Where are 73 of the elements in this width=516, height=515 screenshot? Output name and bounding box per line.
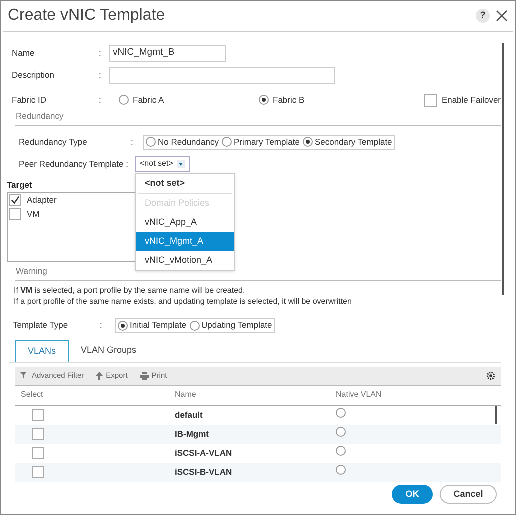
caret-down-icon xyxy=(177,160,186,168)
colon: : xyxy=(99,68,102,82)
colon: : xyxy=(99,94,102,106)
menu-item[interactable]: vNIC_App_A xyxy=(136,213,234,232)
checkbox-label: Enable Failover xyxy=(442,94,501,106)
radio-button[interactable] xyxy=(146,137,156,147)
field-label: Fabric ID xyxy=(11,94,48,106)
checkbox[interactable] xyxy=(32,447,44,460)
radio-label: Secondary Template xyxy=(314,136,392,148)
tab[interactable]: VLANs xyxy=(15,340,70,362)
settings-icon[interactable] xyxy=(486,370,496,381)
table-cell-text: default xyxy=(175,408,204,422)
column-header: Select xyxy=(20,389,44,402)
dialog-title: Create vNIC Template xyxy=(8,6,166,26)
checkbox[interactable] xyxy=(9,208,21,220)
table-row[interactable]: IB-Mgmt xyxy=(15,424,501,444)
radio-button[interactable] xyxy=(118,320,128,331)
close-icon[interactable] xyxy=(496,10,508,22)
radio-label: Initial Template xyxy=(130,319,187,332)
checkbox[interactable] xyxy=(32,409,44,422)
section-heading: Target xyxy=(7,179,32,192)
section-heading: Redundancy xyxy=(15,110,65,123)
filter-icon xyxy=(20,372,29,380)
radio-button[interactable] xyxy=(336,465,346,476)
checkbox-label: VM xyxy=(27,208,40,220)
arrow-up-icon xyxy=(96,372,104,380)
tab[interactable]: VLAN Groups xyxy=(69,340,149,362)
checkbox[interactable] xyxy=(32,466,44,478)
warning-text: If VM is selected, a port profile by the same name will be created. xyxy=(13,284,246,296)
column-header: Native VLAN xyxy=(336,389,383,402)
table-cell-text: iSCSI-A-VLAN xyxy=(175,446,234,460)
table-cell-text: iSCSI-B-VLAN xyxy=(175,466,234,479)
radio-button[interactable] xyxy=(222,137,232,147)
scrollbar xyxy=(495,406,497,424)
radio-button[interactable] xyxy=(336,446,346,456)
section-heading: Warning xyxy=(15,264,48,277)
text-field[interactable] xyxy=(109,66,335,84)
dropdown[interactable]: <not set> xyxy=(135,156,190,172)
checkbox[interactable] xyxy=(9,194,21,206)
cancel-button[interactable]: Cancel xyxy=(440,484,497,504)
field-label: Redundancy Type xyxy=(19,136,88,148)
help-button[interactable]: ? xyxy=(476,9,490,23)
radio-label: Updating Template xyxy=(202,319,272,332)
checkbox-label: Adapter xyxy=(27,194,57,206)
radio-button[interactable] xyxy=(336,408,346,418)
checkbox[interactable] xyxy=(32,428,44,440)
printer-icon xyxy=(140,372,149,380)
menu-item[interactable]: <not set> xyxy=(138,174,232,194)
radio-button[interactable] xyxy=(119,95,129,105)
field-label: Name xyxy=(11,46,36,60)
text-field[interactable]: vNIC_Mgmt_B xyxy=(109,44,226,62)
checkbox[interactable] xyxy=(424,94,437,106)
radio-button[interactable] xyxy=(336,427,346,438)
warning-text: If a port profile of the same name exists, and updating template is selected, it will be overwritten xyxy=(13,296,353,307)
table-cell-text: IB-Mgmt xyxy=(175,428,210,441)
radio-button[interactable] xyxy=(190,320,200,331)
radio-label: Primary Template xyxy=(234,136,300,148)
menu-item[interactable]: vNIC_vMotion_A xyxy=(136,251,234,270)
colon: : xyxy=(99,46,102,60)
radio-button[interactable] xyxy=(259,95,269,105)
menu-item[interactable]: vNIC_Mgmt_A xyxy=(136,232,234,251)
field-label: Peer Redundancy Template : xyxy=(19,158,130,170)
radio-button[interactable] xyxy=(302,137,313,147)
colon: : xyxy=(131,136,134,148)
radio-label: Fabric B xyxy=(273,94,305,106)
field-label: Description xyxy=(11,68,56,82)
colon: : xyxy=(100,319,104,332)
ok-button[interactable]: OK xyxy=(392,484,433,504)
table-row[interactable]: iSCSI-B-VLAN xyxy=(15,462,501,482)
column-header: Name xyxy=(175,389,198,402)
radio-label: Fabric A xyxy=(133,94,164,106)
radio-label: No Redundancy xyxy=(158,136,219,148)
field-label: Template Type xyxy=(13,319,70,332)
